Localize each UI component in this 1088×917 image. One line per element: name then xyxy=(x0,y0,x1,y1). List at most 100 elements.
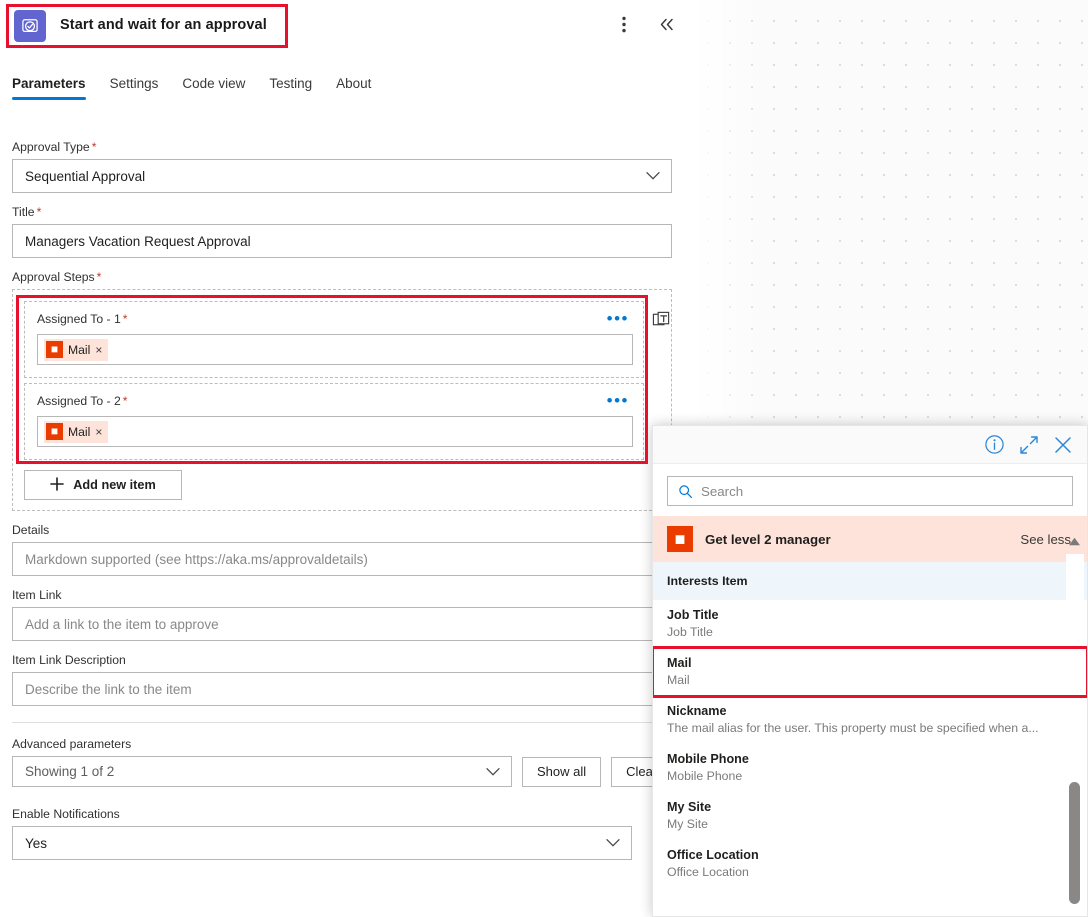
field-item-link-description: Item Link Description Describe the link … xyxy=(12,653,674,706)
enable-notifications-value: Yes xyxy=(13,836,47,851)
assigned-to-2-label: Assigned To - 2* xyxy=(37,394,128,408)
assigned-to-1-label: Assigned To - 1* xyxy=(37,312,128,326)
list-item[interactable]: Mobile Phone Mobile Phone xyxy=(653,744,1087,792)
copy-to-clipboard-icon[interactable] xyxy=(652,310,671,334)
tab-code-view[interactable]: Code view xyxy=(182,76,245,100)
advanced-parameters-dropdown[interactable]: Showing 1 of 2 xyxy=(12,756,512,787)
approval-step-2: Assigned To - 2* ••• ■ Mail × xyxy=(24,383,644,460)
step-2-overflow-icon[interactable]: ••• xyxy=(607,397,631,405)
panel-tabs: Parameters Settings Code view Testing Ab… xyxy=(12,76,371,100)
item-link-placeholder: Add a link to the item to approve xyxy=(13,617,219,632)
tab-testing[interactable]: Testing xyxy=(269,76,312,100)
close-icon[interactable] xyxy=(1053,435,1073,455)
assigned-to-2-input[interactable]: ■ Mail × xyxy=(37,416,633,447)
approval-steps-container: Assigned To - 1* ••• ■ Mail × xyxy=(12,289,672,511)
enable-notifications-dropdown[interactable]: Yes xyxy=(12,826,632,860)
group-header-interests-item: Interests Item xyxy=(653,562,1087,600)
dynamic-token-mail[interactable]: ■ Mail × xyxy=(44,421,108,443)
required-marker: * xyxy=(92,140,97,154)
chevron-down-icon xyxy=(646,172,660,181)
title-value: Managers Vacation Request Approval xyxy=(13,234,251,249)
item-link-description-input[interactable]: Describe the link to the item xyxy=(12,672,672,706)
list-item-title: Nickname xyxy=(667,703,1071,720)
list-item-title: Mail xyxy=(667,655,1071,672)
details-placeholder: Markdown supported (see https://aka.ms/a… xyxy=(13,552,368,567)
list-item-desc: Job Title xyxy=(667,624,1063,641)
token-label: Mail xyxy=(68,343,90,357)
field-details: Details Markdown supported (see https://… xyxy=(12,523,674,576)
list-item-desc: The mail alias for the user. This proper… xyxy=(667,720,1063,737)
expand-icon[interactable] xyxy=(1019,435,1039,455)
token-remove-icon[interactable]: × xyxy=(95,343,102,357)
list-item-title: My Site xyxy=(667,799,1071,816)
scroll-up-icon[interactable] xyxy=(1066,534,1082,548)
item-link-input[interactable]: Add a link to the item to approve xyxy=(12,607,672,641)
approval-type-value: Sequential Approval xyxy=(13,169,145,184)
tab-about[interactable]: About xyxy=(336,76,371,100)
show-all-button[interactable]: Show all xyxy=(522,757,601,787)
advanced-parameters-value: Showing 1 of 2 xyxy=(13,764,114,779)
step-1-overflow-icon[interactable]: ••• xyxy=(607,315,631,323)
dynamic-token-mail[interactable]: ■ Mail × xyxy=(44,339,108,361)
assigned-to-1-label-text: Assigned To - 1 xyxy=(37,312,121,326)
approval-step-1: Assigned To - 1* ••• ■ Mail × xyxy=(24,301,644,378)
title-label-text: Title xyxy=(12,205,35,219)
list-item[interactable]: My Site My Site xyxy=(653,792,1087,840)
step-1-header: Assigned To - 1* ••• xyxy=(37,312,631,326)
tab-settings[interactable]: Settings xyxy=(110,76,159,100)
parameters-form: Approval Type* Sequential Approval Title… xyxy=(12,140,674,872)
info-icon[interactable] xyxy=(984,434,1005,455)
chevron-down-icon xyxy=(486,767,500,776)
list-item[interactable]: Nickname The mail alias for the user. Th… xyxy=(653,696,1087,744)
collapse-panel-icon[interactable] xyxy=(652,10,680,38)
item-link-description-placeholder: Describe the link to the item xyxy=(13,682,192,697)
enable-notifications-label: Enable Notifications xyxy=(12,807,674,821)
title-input[interactable]: Managers Vacation Request Approval xyxy=(12,224,672,258)
more-options-icon[interactable] xyxy=(610,10,638,38)
required-marker: * xyxy=(123,312,128,326)
tab-parameters[interactable]: Parameters xyxy=(12,76,86,100)
flyout-scrollbar[interactable] xyxy=(1066,554,1084,910)
approval-type-dropdown[interactable]: Sequential Approval xyxy=(12,159,672,193)
search-placeholder: Search xyxy=(701,484,743,499)
panel-header: Start and wait for an approval xyxy=(0,0,690,52)
header-actions xyxy=(610,10,680,38)
token-remove-icon[interactable]: × xyxy=(95,425,102,439)
advanced-parameters-row: Showing 1 of 2 Show all Clear xyxy=(12,756,674,787)
list-item-desc: Office Location xyxy=(667,864,1063,881)
details-label: Details xyxy=(12,523,674,537)
search-icon xyxy=(678,484,693,499)
list-item[interactable]: Office Location Office Location xyxy=(653,840,1087,888)
required-marker: * xyxy=(123,394,128,408)
list-item-desc: Mail xyxy=(667,672,1063,689)
list-item-title: Mobile Phone xyxy=(667,751,1071,768)
required-marker: * xyxy=(97,270,102,284)
field-enable-notifications: Enable Notifications Yes xyxy=(12,807,674,860)
field-item-link: Item Link Add a link to the item to appr… xyxy=(12,588,674,641)
section-divider xyxy=(12,722,672,723)
source-connector-left: ■ Get level 2 manager xyxy=(667,526,831,552)
add-new-item-button[interactable]: Add new item xyxy=(24,470,182,500)
field-approval-steps: Approval Steps* Assigned To - 1* ••• xyxy=(12,270,674,511)
field-advanced-parameters: Advanced parameters Showing 1 of 2 Show … xyxy=(12,737,674,787)
list-item-title: Job Title xyxy=(667,607,1071,624)
office365-outlook-icon: ■ xyxy=(46,341,63,358)
scrollbar-thumb[interactable] xyxy=(1069,782,1080,904)
item-link-description-label: Item Link Description xyxy=(12,653,674,667)
flyout-toolbar xyxy=(653,426,1087,464)
details-input[interactable]: Markdown supported (see https://aka.ms/a… xyxy=(12,542,672,576)
see-less-link[interactable]: See less xyxy=(1020,532,1071,547)
search-input[interactable]: Search xyxy=(667,476,1073,506)
approval-type-label: Approval Type* xyxy=(12,140,674,154)
advanced-parameters-label: Advanced parameters xyxy=(12,737,674,751)
assigned-to-1-input[interactable]: ■ Mail × xyxy=(37,334,633,365)
list-item-mail-selected[interactable]: Mail Mail xyxy=(653,648,1087,696)
list-item[interactable]: Job Title Job Title xyxy=(653,600,1087,648)
field-approval-type: Approval Type* Sequential Approval xyxy=(12,140,674,193)
app-root: Start and wait for an approval xyxy=(0,0,1088,917)
item-link-label: Item Link xyxy=(12,588,674,602)
source-connector-row[interactable]: ■ Get level 2 manager See less xyxy=(653,516,1087,562)
source-connector-name: Get level 2 manager xyxy=(705,532,831,547)
header-highlight-box xyxy=(6,4,288,48)
chevron-down-icon xyxy=(606,839,620,848)
